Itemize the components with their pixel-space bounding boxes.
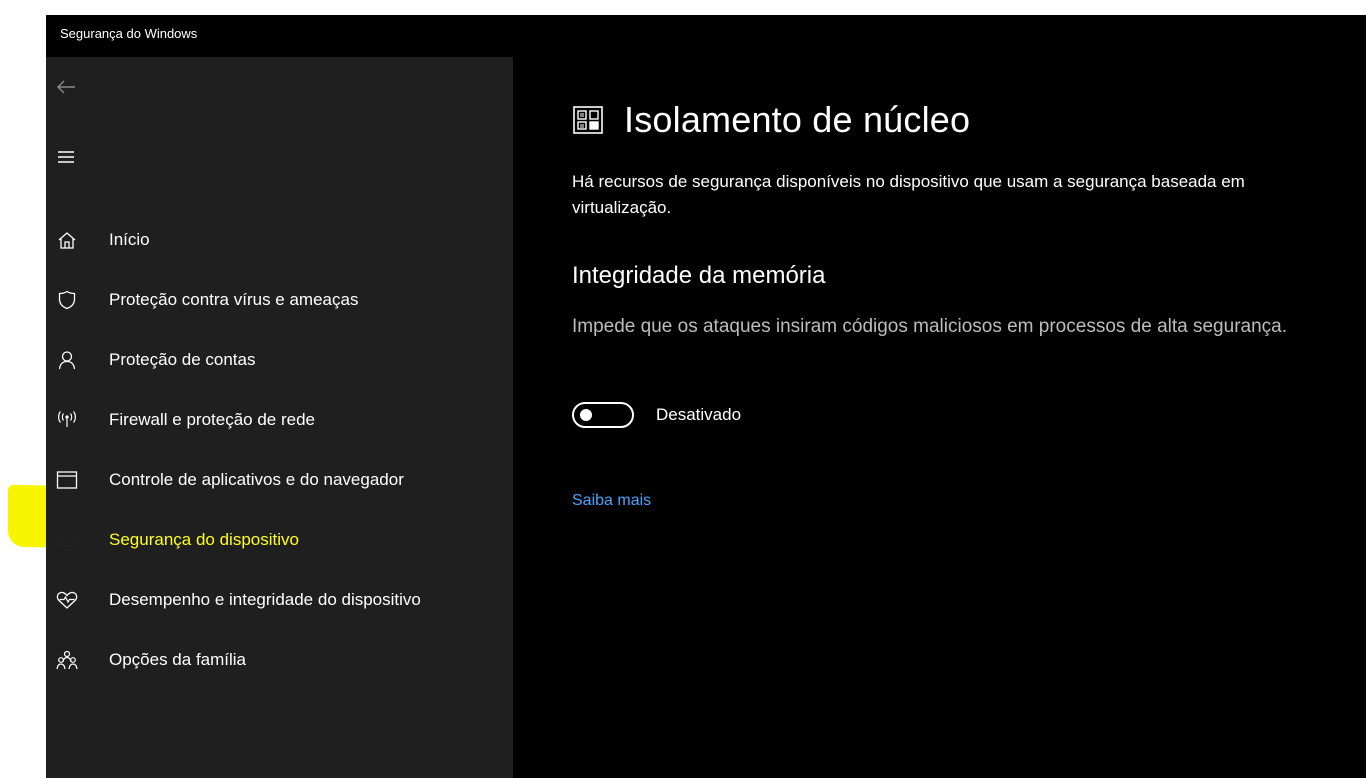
hamburger-menu-icon: [58, 151, 74, 163]
core-isolation-chip-icon: [573, 106, 603, 134]
page-header: Isolamento de núcleo: [572, 99, 970, 141]
sidebar-item-device-security[interactable]: Segurança do dispositivo: [46, 510, 513, 570]
windows-security-window: Segurança do Windows Início Proteção con…: [46, 15, 1366, 778]
sidebar-item-label: Firewall e proteção de rede: [109, 410, 316, 429]
back-arrow-icon: [57, 80, 75, 94]
heart-pulse-icon: [56, 589, 78, 611]
page-title: Isolamento de núcleo: [624, 99, 971, 140]
memory-integrity-toggle[interactable]: [572, 402, 634, 428]
sidebar-item-device-performance[interactable]: Desempenho e integridade do dispositivo: [46, 570, 513, 630]
sidebar-item-label: Controle de aplicativos e do navegador: [109, 470, 404, 489]
toggle-state-label: Desativado: [656, 405, 742, 424]
sidebar-item-account-protection[interactable]: Proteção de contas: [46, 330, 513, 390]
sidebar-item-label: Segurança do dispositivo: [109, 530, 299, 549]
sidebar-nav: Início Proteção contra vírus e ameaças P…: [46, 210, 513, 690]
menu-button[interactable]: [50, 142, 82, 172]
laptop-icon: [56, 529, 78, 551]
memory-integrity-title: Integridade da memória: [572, 262, 826, 289]
app-window-icon: [56, 469, 78, 491]
title-bar: Segurança do Windows: [46, 15, 1366, 57]
sidebar-item-app-browser-control[interactable]: Controle de aplicativos e do navegador: [46, 450, 513, 510]
main-content: Isolamento de núcleo Há recursos de segu…: [513, 57, 1366, 778]
person-icon: [56, 349, 78, 371]
window-title: Segurança do Windows: [60, 26, 198, 41]
toggle-knob: [580, 409, 592, 421]
wireless-antenna-icon: [56, 409, 78, 431]
sidebar-item-firewall[interactable]: Firewall e proteção de rede: [46, 390, 513, 450]
sidebar-item-family-options[interactable]: Opções da família: [46, 630, 513, 690]
memory-integrity-toggle-row: Desativado: [572, 402, 741, 428]
shield-icon: [56, 289, 78, 311]
page-description: Há recursos de segurança disponíveis no …: [572, 172, 1245, 217]
sidebar: Início Proteção contra vírus e ameaças P…: [46, 57, 513, 778]
family-icon: [56, 649, 78, 671]
sidebar-item-label: Opções da família: [109, 650, 247, 669]
sidebar-item-inicio[interactable]: Início: [46, 210, 513, 270]
sidebar-item-label: Proteção de contas: [109, 350, 256, 369]
sidebar-item-label: Proteção contra vírus e ameaças: [109, 290, 359, 309]
sidebar-item-label: Desempenho e integridade do dispositivo: [109, 590, 421, 609]
sidebar-item-label: Início: [109, 230, 150, 249]
learn-more-link[interactable]: Saiba mais: [572, 492, 651, 510]
back-button[interactable]: [50, 72, 82, 102]
memory-integrity-description: Impede que os ataques insiram códigos ma…: [572, 316, 1287, 337]
sidebar-item-virus-protection[interactable]: Proteção contra vírus e ameaças: [46, 270, 513, 330]
home-icon: [56, 229, 78, 251]
